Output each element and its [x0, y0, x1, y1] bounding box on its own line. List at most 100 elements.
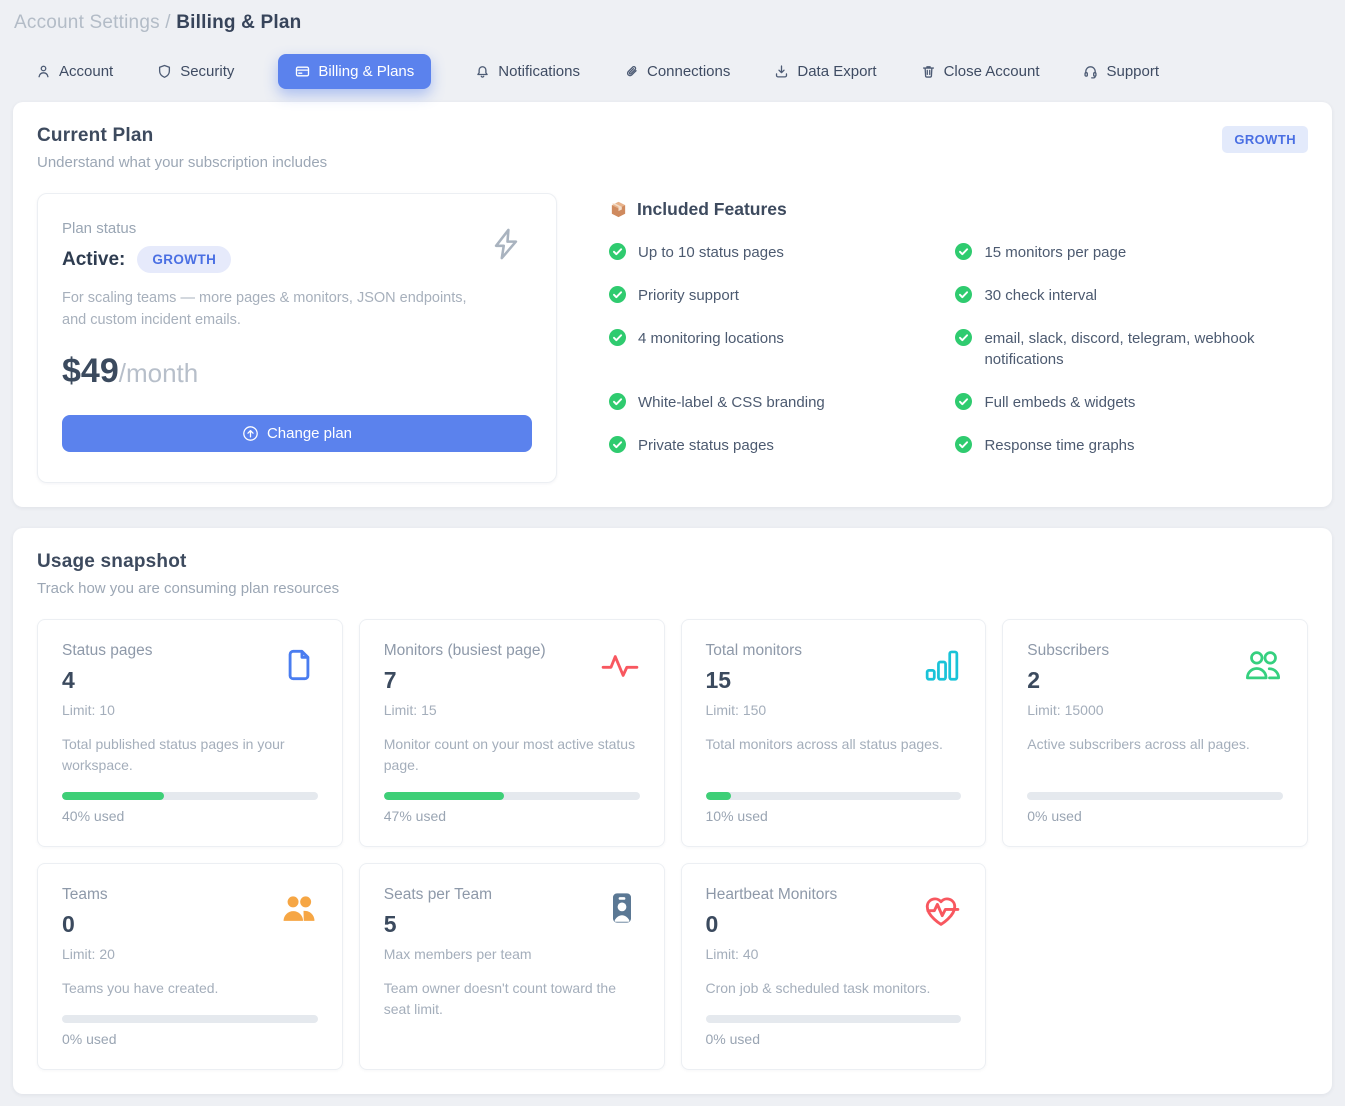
usage-card-limit: Limit: 15	[384, 702, 546, 718]
percent-used-label: 10% used	[706, 808, 962, 824]
tab-data-export[interactable]: Data Export	[774, 54, 876, 89]
usage-card-limit: Limit: 20	[62, 946, 115, 962]
tab-billing-plans[interactable]: Billing & Plans	[278, 54, 431, 89]
progress-track	[62, 1015, 318, 1023]
current-plan-header: Current Plan Understand what your subscr…	[37, 122, 1308, 171]
usage-card-status-pages: Status pages 4 Limit: 10 Total published…	[37, 619, 343, 847]
usage-progress: 0% used	[706, 999, 962, 1047]
feature-item: Priority support	[609, 285, 935, 307]
usage-card-subscribers: Subscribers 2 Limit: 15000 Active subscr…	[1002, 619, 1308, 847]
progress-fill	[706, 792, 732, 800]
breadcrumb: Account Settings / Billing & Plan	[0, 0, 1345, 34]
tab-label: Security	[180, 63, 234, 80]
feature-label: email, slack, discord, telegram, webhook…	[984, 328, 1308, 372]
credit-card-icon	[295, 64, 310, 79]
person-icon	[36, 64, 51, 79]
usage-card-value: 0	[706, 911, 838, 938]
check-icon	[955, 329, 972, 346]
usage-progress: 40% used	[62, 776, 318, 824]
feature-label: 15 monitors per page	[984, 242, 1126, 264]
check-icon	[955, 286, 972, 303]
feature-item: email, slack, discord, telegram, webhook…	[955, 328, 1308, 372]
usage-card-limit: Limit: 40	[706, 946, 838, 962]
usage-card-value: 4	[62, 667, 152, 694]
usage-card-monitors-busiest-page: Monitors (busiest page) 7 Limit: 15 Moni…	[359, 619, 665, 847]
plan-description: For scaling teams — more pages & monitor…	[62, 287, 482, 332]
plan-price-row: $49 /month	[62, 352, 532, 391]
billing-page: Account Settings / Billing & Plan Accoun…	[0, 0, 1345, 1094]
activity-icon	[600, 646, 640, 686]
feature-label: 4 monitoring locations	[638, 328, 784, 350]
plan-status-label: Plan status	[62, 220, 231, 237]
feature-label: Up to 10 status pages	[638, 242, 784, 264]
trash-icon	[921, 64, 936, 79]
usage-progress: 10% used	[706, 776, 962, 824]
feature-item: Up to 10 status pages	[609, 242, 935, 264]
progress-track	[1027, 792, 1283, 800]
file-icon	[280, 646, 318, 684]
features-grid: Up to 10 status pages 15 monitors per pag…	[609, 242, 1308, 457]
feature-label: White-label & CSS branding	[638, 392, 825, 414]
percent-used-label: 0% used	[62, 1031, 318, 1047]
feature-item: 30 check interval	[955, 285, 1308, 307]
tab-label: Close Account	[944, 63, 1040, 80]
tab-label: Billing & Plans	[318, 63, 414, 80]
users-filled-icon	[280, 890, 318, 928]
usage-grid: Status pages 4 Limit: 10 Total published…	[37, 619, 1308, 1070]
usage-card-limit: Limit: 10	[62, 702, 152, 718]
usage-card-total-monitors: Total monitors 15 Limit: 150 Total monit…	[681, 619, 987, 847]
usage-card-title: Teams	[62, 886, 115, 904]
tab-support[interactable]: Support	[1083, 54, 1159, 89]
tab-connections[interactable]: Connections	[624, 54, 730, 89]
usage-card-description: Active subscribers across all pages.	[1027, 734, 1283, 755]
usage-card-description: Teams you have created.	[62, 978, 318, 999]
plan-status-card: Plan status Active: GROWTH For scaling t…	[37, 193, 557, 483]
usage-card-title: Seats per Team	[384, 886, 532, 904]
progress-fill	[384, 792, 504, 800]
percent-used-label: 0% used	[1027, 808, 1283, 824]
percent-used-label: 47% used	[384, 808, 640, 824]
plan-tier-badge: GROWTH	[137, 246, 231, 273]
usage-card-teams: Teams 0 Limit: 20 Teams you have created…	[37, 863, 343, 1070]
contact-card-icon	[604, 890, 640, 926]
change-plan-button[interactable]: Change plan	[62, 415, 532, 452]
tab-close-account[interactable]: Close Account	[921, 54, 1040, 89]
feature-item: Private status pages	[609, 435, 935, 457]
headset-icon	[1083, 64, 1098, 79]
usage-card-title: Total monitors	[706, 642, 802, 660]
feature-label: Priority support	[638, 285, 739, 307]
download-icon	[774, 64, 789, 79]
plan-price-suffix: /month	[119, 358, 199, 389]
plan-price: $49	[62, 352, 119, 391]
usage-card-description: Total monitors across all status pages.	[706, 734, 962, 755]
package-icon	[609, 200, 628, 219]
tab-label: Support	[1106, 63, 1159, 80]
plan-badge: GROWTH	[1222, 126, 1308, 153]
plan-status-value: Active:	[62, 249, 125, 271]
feature-label: Full embeds & widgets	[984, 392, 1135, 414]
breadcrumb-section[interactable]: Account Settings /	[14, 12, 171, 33]
feature-item: 15 monitors per page	[955, 242, 1308, 264]
lightning-icon	[488, 226, 524, 267]
usage-progress: 0% used	[1027, 776, 1283, 824]
progress-track	[706, 1015, 962, 1023]
tab-notifications[interactable]: Notifications	[475, 54, 580, 89]
feature-item: Full embeds & widgets	[955, 392, 1308, 414]
usage-progress: 47% used	[384, 776, 640, 824]
bar-chart-icon	[923, 646, 961, 684]
percent-used-label: 0% used	[706, 1031, 962, 1047]
usage-card-description: Monitor count on your most active status…	[384, 734, 640, 776]
tab-security[interactable]: Security	[157, 54, 234, 89]
usage-card-title: Status pages	[62, 642, 152, 660]
tab-account[interactable]: Account	[36, 54, 113, 89]
included-features: Included Features Up to 10 status pages1…	[557, 193, 1308, 483]
usage-progress: 0% used	[62, 999, 318, 1047]
breadcrumb-page: Billing & Plan	[176, 12, 301, 33]
usage-card-title: Subscribers	[1027, 642, 1109, 660]
usage-card-seats-per-team: Seats per Team 5 Max members per team Te…	[359, 863, 665, 1070]
usage-card-description: Team owner doesn't count toward the seat…	[384, 978, 640, 1020]
usage-card-value: 0	[62, 911, 115, 938]
current-plan-subtitle: Understand what your subscription includ…	[37, 154, 327, 171]
check-icon	[609, 436, 626, 453]
feature-item: White-label & CSS branding	[609, 392, 935, 414]
